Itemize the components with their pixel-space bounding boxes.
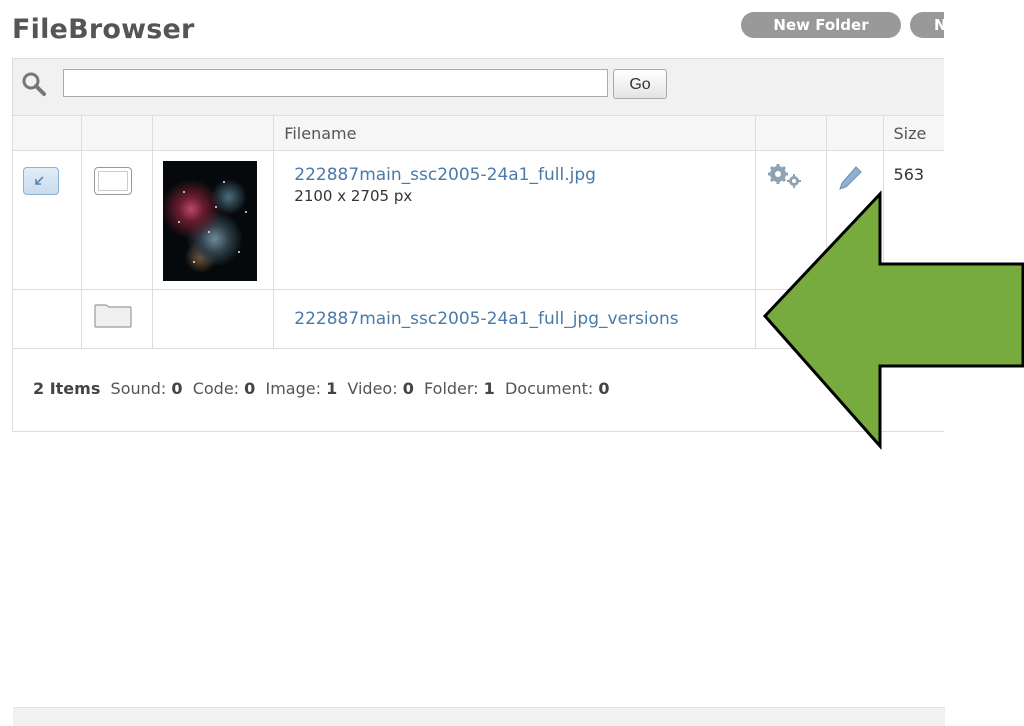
column-header: [13, 116, 83, 151]
folder-label: Folder:: [424, 379, 479, 398]
image-count: 1: [326, 379, 338, 398]
column-header-filename[interactable]: Filename: [273, 116, 757, 151]
code-count: 0: [244, 379, 256, 398]
column-header-size[interactable]: Size: [883, 116, 946, 151]
image-label: Image:: [265, 379, 321, 398]
search-input[interactable]: [63, 69, 608, 97]
items-count: 2 Items: [33, 379, 101, 398]
thumbnail-cell: [152, 150, 275, 290]
select-cell: [13, 289, 83, 349]
folder-link[interactable]: 222887main_ssc2005-24a1_full_jpg_version…: [294, 309, 755, 329]
go-button[interactable]: Go: [613, 69, 667, 99]
code-label: Code:: [192, 379, 240, 398]
thumbnail-cell: [152, 289, 275, 349]
column-header: [81, 116, 153, 151]
search-bar: Go: [13, 59, 945, 116]
sound-label: Sound:: [110, 379, 167, 398]
column-header: [755, 116, 827, 151]
new-folder-button[interactable]: New Folder: [741, 12, 901, 38]
document-label: Document:: [504, 379, 594, 398]
folder-icon[interactable]: [94, 304, 133, 328]
image-dimensions: 2100 x 2705 px: [294, 187, 413, 205]
page-title: FileBrowser: [12, 14, 195, 45]
pointer-arrow-icon: [762, 190, 1024, 450]
file-link[interactable]: 222887main_ssc2005-24a1_full.jpg: [294, 165, 755, 185]
table-header-row: Filename Size: [13, 116, 946, 151]
checkbox-icon[interactable]: [94, 167, 133, 195]
column-header: [152, 116, 275, 151]
select-button[interactable]: [23, 167, 59, 195]
select-arrow-icon: [35, 176, 44, 185]
filename-cell: 222887main_ssc2005-24a1_full_jpg_version…: [273, 289, 757, 349]
select-cell: [13, 150, 83, 290]
filename-cell: 222887main_ssc2005-24a1_full.jpg 2100 x …: [273, 150, 757, 290]
document-count: 0: [598, 379, 610, 398]
video-label: Video:: [347, 379, 398, 398]
sound-count: 0: [171, 379, 183, 398]
summary-text: 2 Items Sound: 0 Code: 0 Image: 1 Video:…: [33, 379, 610, 398]
thumbnail-image[interactable]: [162, 161, 257, 281]
footer-strip: [13, 707, 945, 726]
search-icon: [21, 71, 47, 101]
folder-count: 1: [483, 379, 495, 398]
checkbox-cell: [81, 150, 153, 290]
video-count: 0: [402, 379, 414, 398]
folder-cell: [81, 289, 153, 349]
column-header: [826, 116, 884, 151]
